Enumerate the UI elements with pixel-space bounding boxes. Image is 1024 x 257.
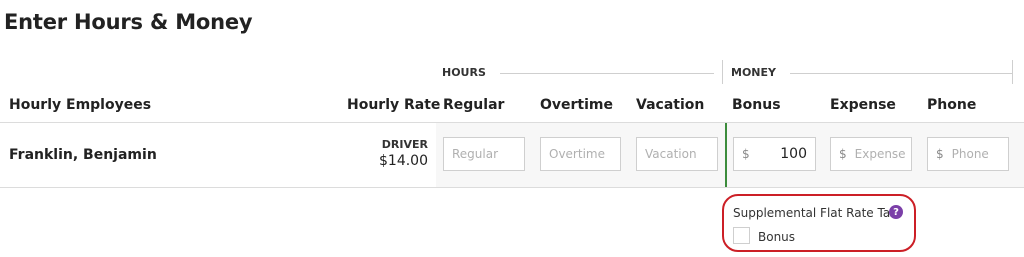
- column-header-expense: Expense: [830, 97, 896, 113]
- overtime-hours-input[interactable]: Overtime: [540, 137, 621, 171]
- column-header-hourly-rate: Hourly Rate: [347, 97, 441, 113]
- page-title: Enter Hours & Money: [4, 10, 253, 34]
- column-header-employees: Hourly Employees: [9, 97, 152, 113]
- employee-hourly-rate: $14.00: [379, 153, 428, 169]
- employee-name: Franklin, Benjamin: [9, 147, 157, 163]
- vacation-hours-input[interactable]: Vacation: [636, 137, 718, 171]
- regular-hours-input[interactable]: Regular: [443, 137, 525, 171]
- column-header-vacation: Vacation: [636, 97, 705, 113]
- column-header-phone: Phone: [927, 97, 977, 113]
- expense-input[interactable]: $ Expense: [830, 137, 912, 171]
- money-group-label: MONEY: [731, 66, 776, 79]
- phone-currency-symbol: $: [936, 147, 944, 161]
- column-header-bonus: Bonus: [732, 97, 781, 113]
- expense-currency-symbol: $: [839, 147, 847, 161]
- money-group-divider: [790, 73, 1012, 74]
- hours-group-divider: [500, 73, 714, 74]
- bonus-input[interactable]: $ 100: [733, 137, 816, 171]
- money-section-marker: [725, 123, 727, 187]
- bonus-value: 100: [780, 146, 807, 162]
- employee-role: DRIVER: [381, 138, 428, 151]
- highlight-annotation: [722, 194, 916, 252]
- regular-placeholder: Regular: [452, 147, 499, 161]
- bonus-currency-symbol: $: [742, 147, 750, 161]
- vacation-placeholder: Vacation: [645, 147, 697, 161]
- column-header-overtime: Overtime: [540, 97, 614, 113]
- phone-placeholder: Phone: [951, 147, 989, 161]
- row-divider: [0, 187, 1024, 188]
- expense-placeholder: Expense: [854, 147, 906, 161]
- column-header-regular: Regular: [443, 97, 505, 113]
- money-group-end: [1012, 60, 1013, 84]
- overtime-placeholder: Overtime: [549, 147, 605, 161]
- hours-group-label: HOURS: [442, 66, 486, 79]
- phone-input[interactable]: $ Phone: [927, 137, 1009, 171]
- group-separator: [722, 60, 723, 84]
